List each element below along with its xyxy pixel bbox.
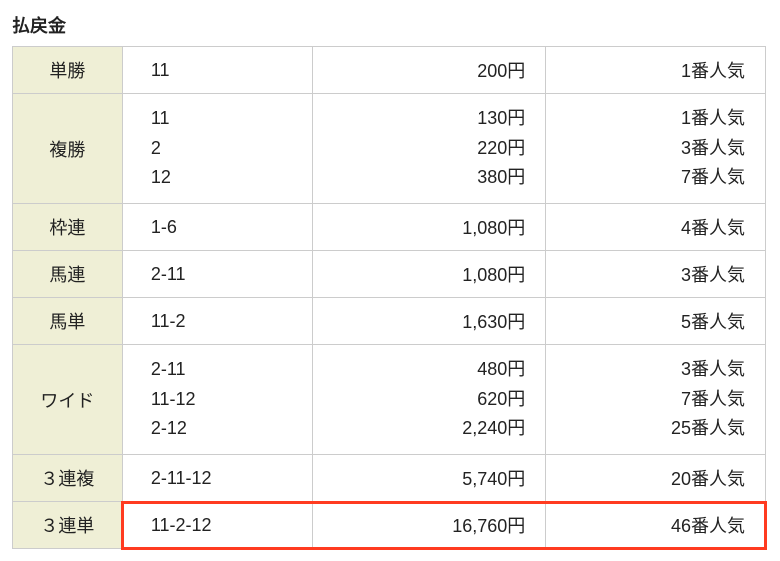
combination-cell: 11-2	[122, 298, 312, 345]
payout-cell: 480円620円2,240円	[312, 345, 546, 455]
combination-cell: 1-6	[122, 204, 312, 251]
payout-cell: 200円	[312, 47, 546, 94]
bet-type-label: ワイド	[13, 345, 123, 455]
payout-cell: 130円220円380円	[312, 94, 546, 204]
table-row: 複勝11212130円220円380円1番人気3番人気7番人気	[13, 94, 766, 204]
combination-cell: 11212	[122, 94, 312, 204]
table-row: 枠連1-61,080円4番人気	[13, 204, 766, 251]
popularity-cell: 3番人気7番人気25番人気	[546, 345, 766, 455]
popularity-cell: 4番人気	[546, 204, 766, 251]
bet-type-label: 単勝	[13, 47, 123, 94]
table-row: ワイド2-1111-122-12480円620円2,240円3番人気7番人気25…	[13, 345, 766, 455]
table-row: 馬単11-21,630円5番人気	[13, 298, 766, 345]
table-row: 単勝11200円1番人気	[13, 47, 766, 94]
table-row: ３連単11-2-1216,760円46番人気	[13, 502, 766, 549]
bet-type-label: ３連単	[13, 502, 123, 549]
combination-cell: 2-11-12	[122, 455, 312, 502]
popularity-cell: 5番人気	[546, 298, 766, 345]
bet-type-label: 複勝	[13, 94, 123, 204]
popularity-cell: 1番人気3番人気7番人気	[546, 94, 766, 204]
bet-type-label: ３連複	[13, 455, 123, 502]
payout-cell: 1,630円	[312, 298, 546, 345]
popularity-cell: 3番人気	[546, 251, 766, 298]
popularity-cell: 1番人気	[546, 47, 766, 94]
payout-cell: 5,740円	[312, 455, 546, 502]
table-row: ３連複2-11-125,740円20番人気	[13, 455, 766, 502]
payout-table: 単勝11200円1番人気複勝11212130円220円380円1番人気3番人気7…	[12, 46, 766, 549]
payout-cell: 1,080円	[312, 251, 546, 298]
bet-type-label: 枠連	[13, 204, 123, 251]
table-row: 馬連2-111,080円3番人気	[13, 251, 766, 298]
combination-cell: 11	[122, 47, 312, 94]
payout-cell: 1,080円	[312, 204, 546, 251]
bet-type-label: 馬単	[13, 298, 123, 345]
combination-cell: 11-2-12	[122, 502, 312, 549]
popularity-cell: 46番人気	[546, 502, 766, 549]
bet-type-label: 馬連	[13, 251, 123, 298]
popularity-cell: 20番人気	[546, 455, 766, 502]
payout-cell: 16,760円	[312, 502, 546, 549]
combination-cell: 2-1111-122-12	[122, 345, 312, 455]
payout-title: 払戻金	[12, 12, 768, 38]
combination-cell: 2-11	[122, 251, 312, 298]
